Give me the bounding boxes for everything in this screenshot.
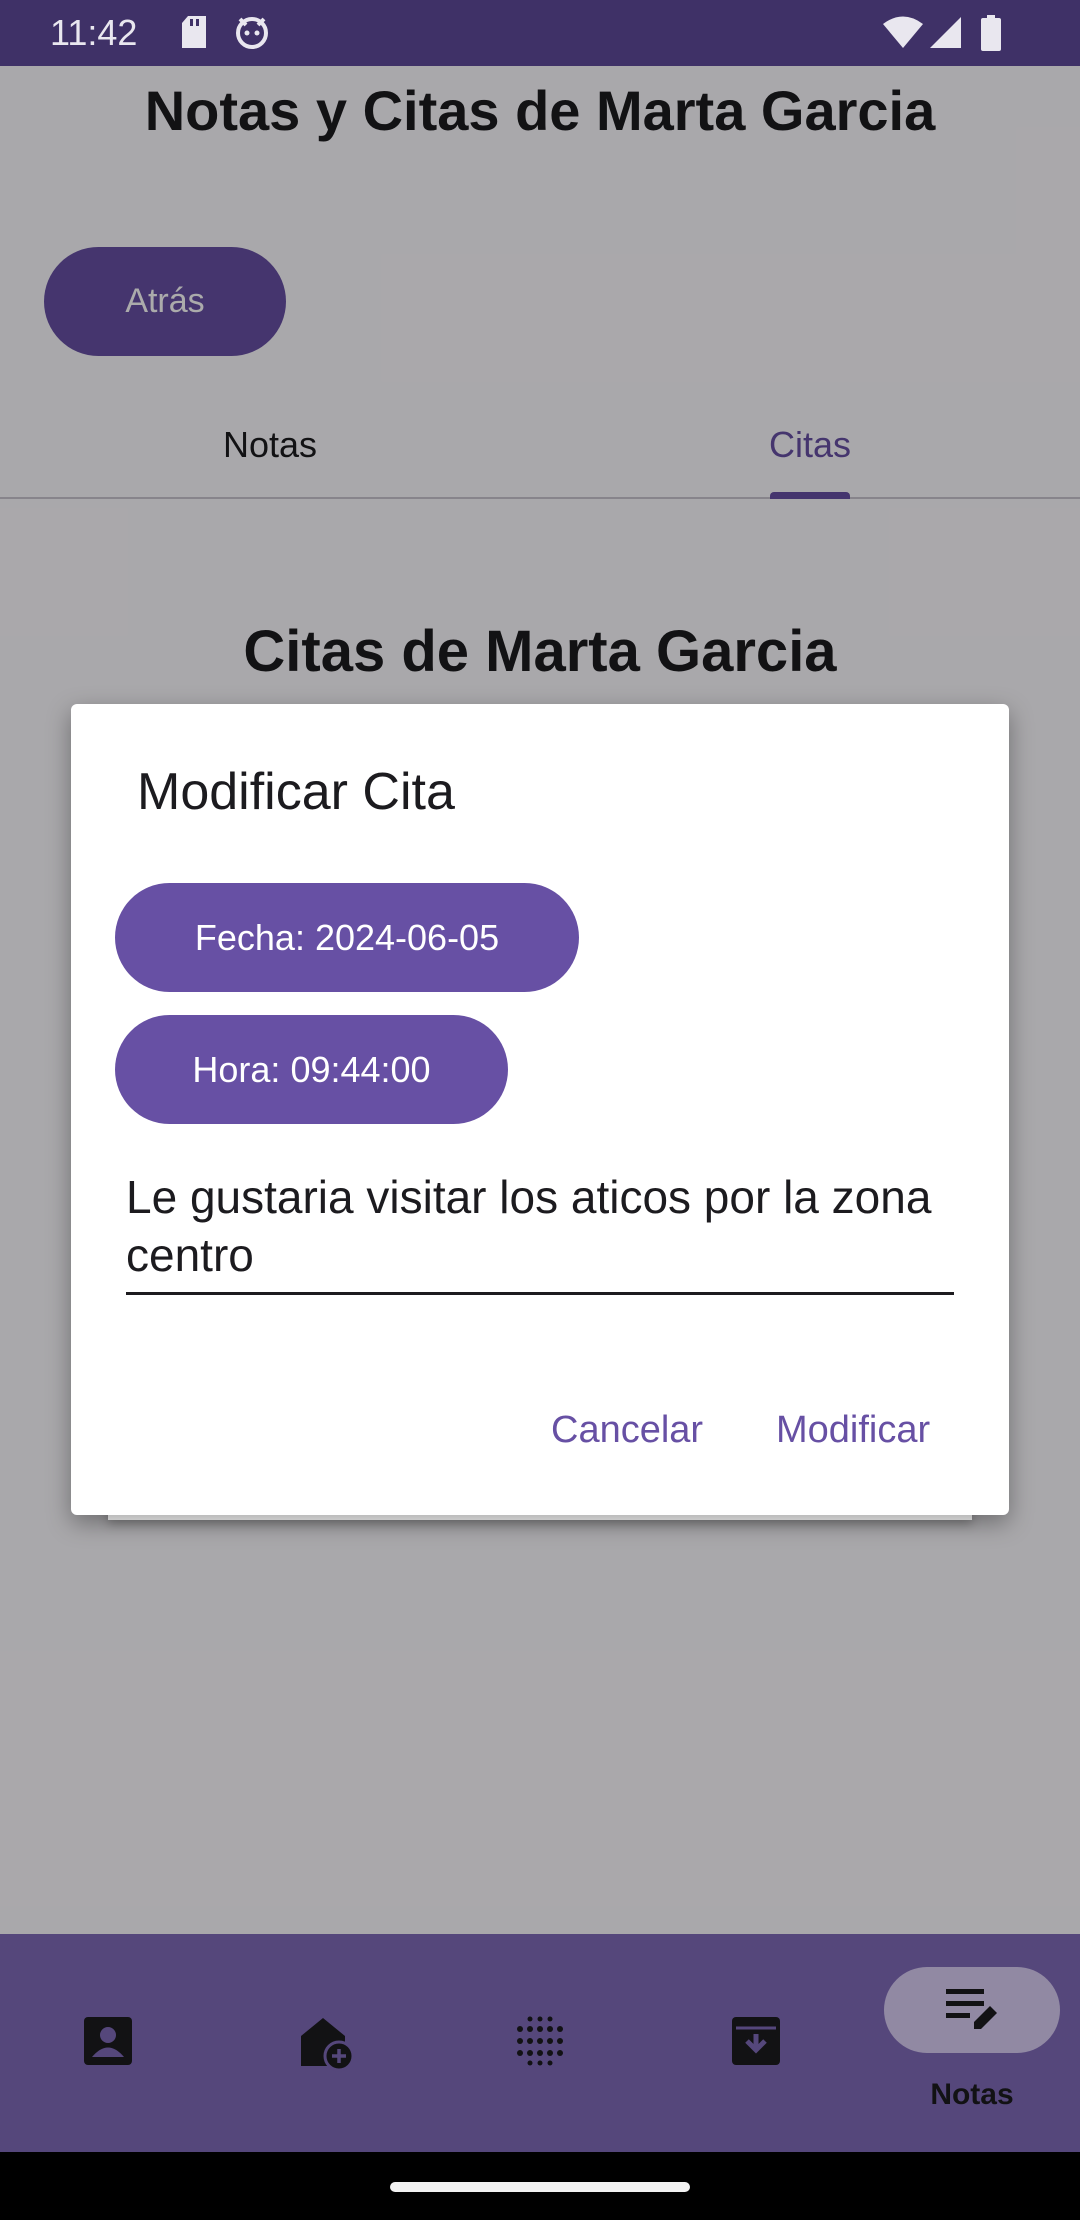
- time-picker-button[interactable]: Hora: 09:44:00: [115, 1015, 508, 1124]
- appointment-note-field[interactable]: Le gustaria visitar los aticos por la zo…: [126, 1168, 954, 1295]
- dialog-title: Modificar Cita: [137, 763, 455, 821]
- wifi-icon: [882, 15, 924, 49]
- cancel-button[interactable]: Cancelar: [551, 1409, 703, 1452]
- sd-card-icon: [180, 15, 208, 49]
- modify-appointment-dialog: Modificar Cita Fecha: 2024-06-05 Hora: 0…: [71, 704, 1009, 1515]
- battery-icon: [980, 15, 1002, 51]
- cat-icon: [234, 15, 270, 49]
- home-gesture-handle[interactable]: [390, 2182, 690, 2192]
- date-picker-button[interactable]: Fecha: 2024-06-05: [115, 883, 579, 992]
- signal-icon: [928, 15, 962, 49]
- modify-button[interactable]: Modificar: [776, 1409, 930, 1452]
- status-time: 11:42: [50, 12, 138, 53]
